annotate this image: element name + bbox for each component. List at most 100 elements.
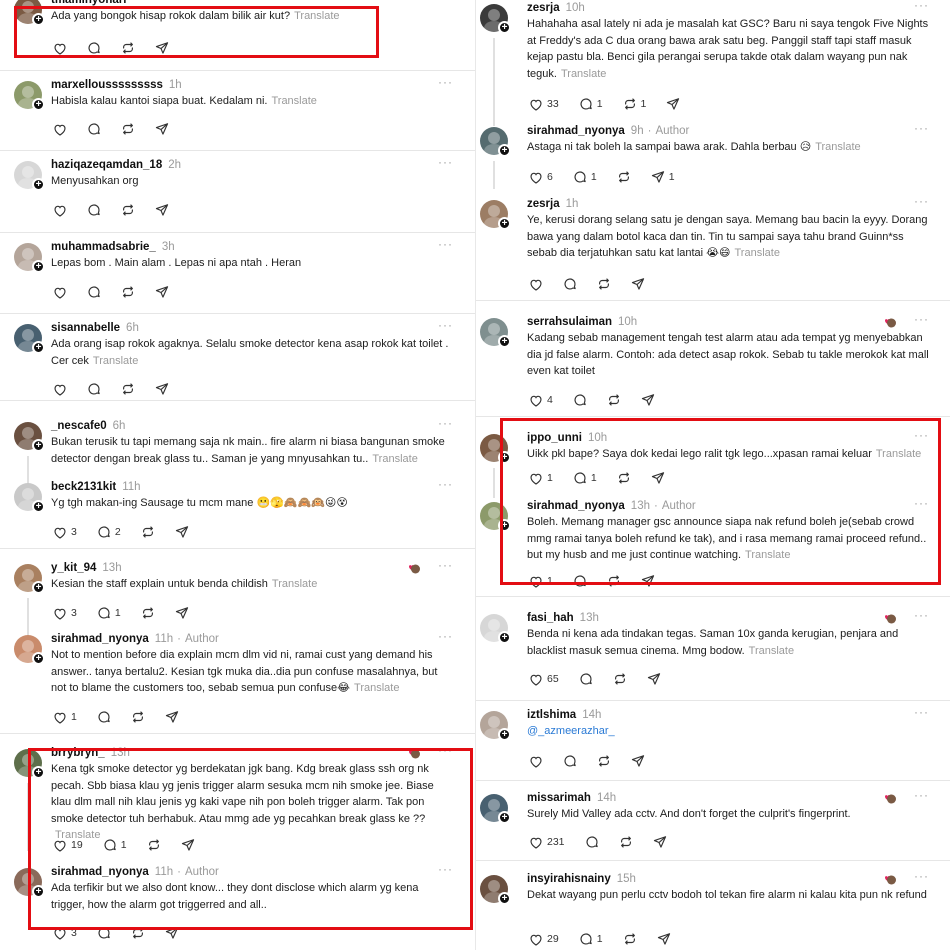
repost-button[interactable]: [121, 382, 135, 396]
reply-button[interactable]: [573, 574, 587, 588]
follow-plus-icon[interactable]: +: [32, 500, 45, 513]
share-button[interactable]: [641, 393, 655, 407]
share-button[interactable]: [175, 525, 189, 539]
username[interactable]: brrybryn_: [51, 747, 105, 759]
follow-plus-icon[interactable]: +: [32, 439, 45, 452]
follow-plus-icon[interactable]: +: [32, 178, 45, 191]
repost-button[interactable]: [613, 672, 627, 686]
follow-plus-icon[interactable]: +: [32, 581, 45, 594]
like-button[interactable]: 6: [529, 171, 553, 184]
like-button[interactable]: [53, 286, 67, 299]
post-username[interactable]: haziqazeqamdan_18 2h: [51, 159, 181, 171]
like-button[interactable]: [53, 383, 67, 396]
post-username[interactable]: brrybryn_ 13h: [51, 747, 130, 759]
translate-link[interactable]: Translate: [735, 247, 780, 259]
post-username[interactable]: marxellousssssssss 1h: [51, 79, 182, 91]
like-button[interactable]: [529, 755, 543, 768]
like-button[interactable]: 231: [529, 836, 565, 849]
follow-plus-icon[interactable]: +: [498, 892, 511, 905]
username[interactable]: sisannabelle: [51, 322, 120, 334]
more-icon[interactable]: ···: [438, 743, 453, 757]
follow-plus-icon[interactable]: +: [498, 728, 511, 741]
like-button[interactable]: 3: [53, 607, 77, 620]
reply-button[interactable]: [579, 672, 593, 686]
follow-plus-icon[interactable]: +: [32, 341, 45, 354]
translate-link[interactable]: Translate: [93, 355, 138, 367]
follow-plus-icon[interactable]: +: [498, 519, 511, 532]
reply-button[interactable]: 1: [97, 606, 121, 620]
follow-plus-icon[interactable]: +: [32, 98, 45, 111]
username[interactable]: zesrja: [527, 2, 560, 14]
reply-button[interactable]: [87, 285, 101, 299]
repost-button[interactable]: [121, 122, 135, 136]
translate-link[interactable]: Translate: [354, 682, 399, 694]
more-icon[interactable]: ···: [914, 194, 929, 208]
reply-button[interactable]: [87, 203, 101, 217]
username[interactable]: fasi_hah: [527, 612, 574, 624]
username[interactable]: muhammadsabrie_: [51, 241, 156, 253]
username[interactable]: _nescafe0: [51, 420, 107, 432]
reply-button[interactable]: [87, 122, 101, 136]
follow-plus-icon[interactable]: +: [498, 451, 511, 464]
share-button[interactable]: [155, 285, 169, 299]
reply-button[interactable]: [87, 382, 101, 396]
more-icon[interactable]: ···: [914, 312, 929, 326]
repost-button[interactable]: [619, 835, 633, 849]
reply-button[interactable]: 1: [579, 932, 603, 946]
like-button[interactable]: [53, 123, 67, 136]
like-button[interactable]: 33: [529, 98, 559, 111]
post-username[interactable]: sirahmad_nyonya 13h · Author: [527, 500, 696, 512]
username[interactable]: haziqazeqamdan_18: [51, 159, 162, 171]
more-icon[interactable]: ···: [438, 75, 453, 89]
username[interactable]: sirahmad_nyonya: [527, 500, 625, 512]
repost-button[interactable]: [607, 393, 621, 407]
reply-button[interactable]: [585, 835, 599, 849]
repost-button[interactable]: [121, 41, 135, 55]
follow-plus-icon[interactable]: +: [32, 766, 45, 779]
repost-button[interactable]: [597, 277, 611, 291]
share-button[interactable]: [651, 471, 665, 485]
more-icon[interactable]: ···: [914, 0, 929, 12]
post-username[interactable]: beck2131kit 11h: [51, 481, 141, 493]
translate-link[interactable]: Translate: [272, 578, 317, 590]
share-button[interactable]: [155, 382, 169, 396]
more-icon[interactable]: ···: [438, 237, 453, 251]
more-icon[interactable]: ···: [438, 558, 453, 572]
more-icon[interactable]: ···: [914, 496, 929, 510]
like-button[interactable]: [529, 278, 543, 291]
reply-button[interactable]: 1: [103, 838, 127, 852]
repost-button[interactable]: [131, 926, 145, 940]
username[interactable]: sirahmad_nyonya: [51, 866, 149, 878]
follow-plus-icon[interactable]: +: [498, 335, 511, 348]
share-button[interactable]: [155, 122, 169, 136]
follow-plus-icon[interactable]: +: [32, 652, 45, 665]
share-button[interactable]: [631, 754, 645, 768]
reply-button[interactable]: [563, 277, 577, 291]
repost-button[interactable]: [607, 574, 621, 588]
username[interactable]: zesrja: [527, 198, 560, 210]
reply-button[interactable]: [87, 41, 101, 55]
more-icon[interactable]: ···: [438, 0, 453, 4]
username[interactable]: sirahmad_nyonya: [527, 125, 625, 137]
follow-plus-icon[interactable]: +: [498, 21, 511, 34]
translate-link[interactable]: Translate: [561, 68, 606, 80]
translate-link[interactable]: Translate: [745, 549, 790, 561]
like-button[interactable]: 19: [53, 839, 83, 852]
repost-button[interactable]: [141, 606, 155, 620]
follow-plus-icon[interactable]: +: [498, 144, 511, 157]
share-button[interactable]: [175, 606, 189, 620]
like-button[interactable]: [53, 42, 67, 55]
like-button[interactable]: 29: [529, 933, 559, 946]
like-button[interactable]: 3: [53, 927, 77, 940]
more-icon[interactable]: ···: [438, 862, 453, 876]
repost-button[interactable]: [623, 932, 637, 946]
translate-link[interactable]: Translate: [749, 645, 794, 657]
repost-button[interactable]: [131, 710, 145, 724]
more-icon[interactable]: ···: [914, 121, 929, 135]
reply-button[interactable]: [97, 926, 111, 940]
reply-button[interactable]: 1: [579, 97, 603, 111]
share-button[interactable]: [647, 672, 661, 686]
translate-link[interactable]: Translate: [294, 10, 339, 22]
more-icon[interactable]: ···: [438, 629, 453, 643]
post-username[interactable]: sirahmad_nyonya 11h · Author: [51, 866, 219, 878]
